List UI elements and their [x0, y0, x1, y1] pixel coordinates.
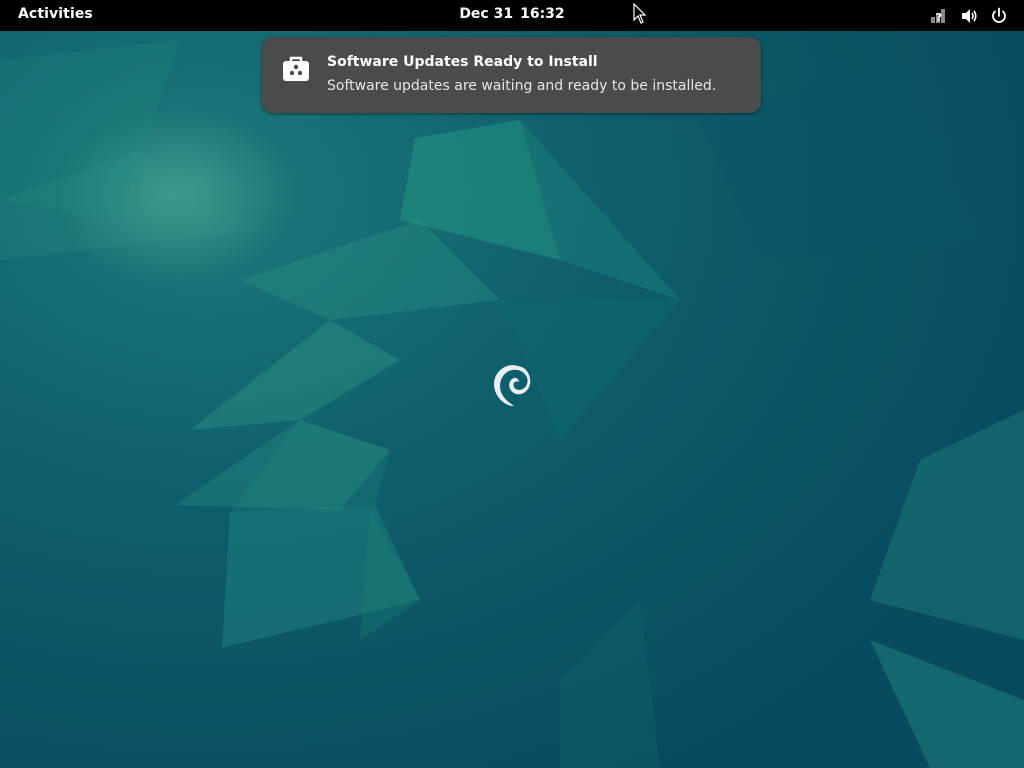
- software-update-icon: [283, 56, 309, 81]
- debian-swirl-logo: [494, 365, 531, 406]
- svg-text:?: ?: [936, 11, 942, 24]
- desktop[interactable]: Activities Dec 31 16:32 ? Software Updat…: [0, 0, 1024, 768]
- date-time-menu[interactable]: Dec 31 16:32: [0, 6, 1024, 22]
- notification-title: Software Updates Ready to Install: [327, 54, 598, 70]
- notification-body: Software updates are waiting and ready t…: [327, 78, 717, 94]
- power-icon[interactable]: [990, 7, 1008, 25]
- system-tray[interactable]: ?: [930, 7, 1008, 25]
- software-updates-notification[interactable]: Software Updates Ready to Install Softwa…: [262, 37, 761, 113]
- network-unknown-icon[interactable]: ?: [930, 7, 948, 25]
- top-bar: Activities Dec 31 16:32 ?: [0, 0, 1024, 31]
- clock-time[interactable]: 16:32: [520, 6, 565, 22]
- mouse-pointer-icon: [633, 3, 647, 24]
- activities-button[interactable]: Activities: [18, 6, 93, 22]
- volume-icon[interactable]: [960, 7, 978, 25]
- clock-date[interactable]: Dec 31: [459, 6, 513, 22]
